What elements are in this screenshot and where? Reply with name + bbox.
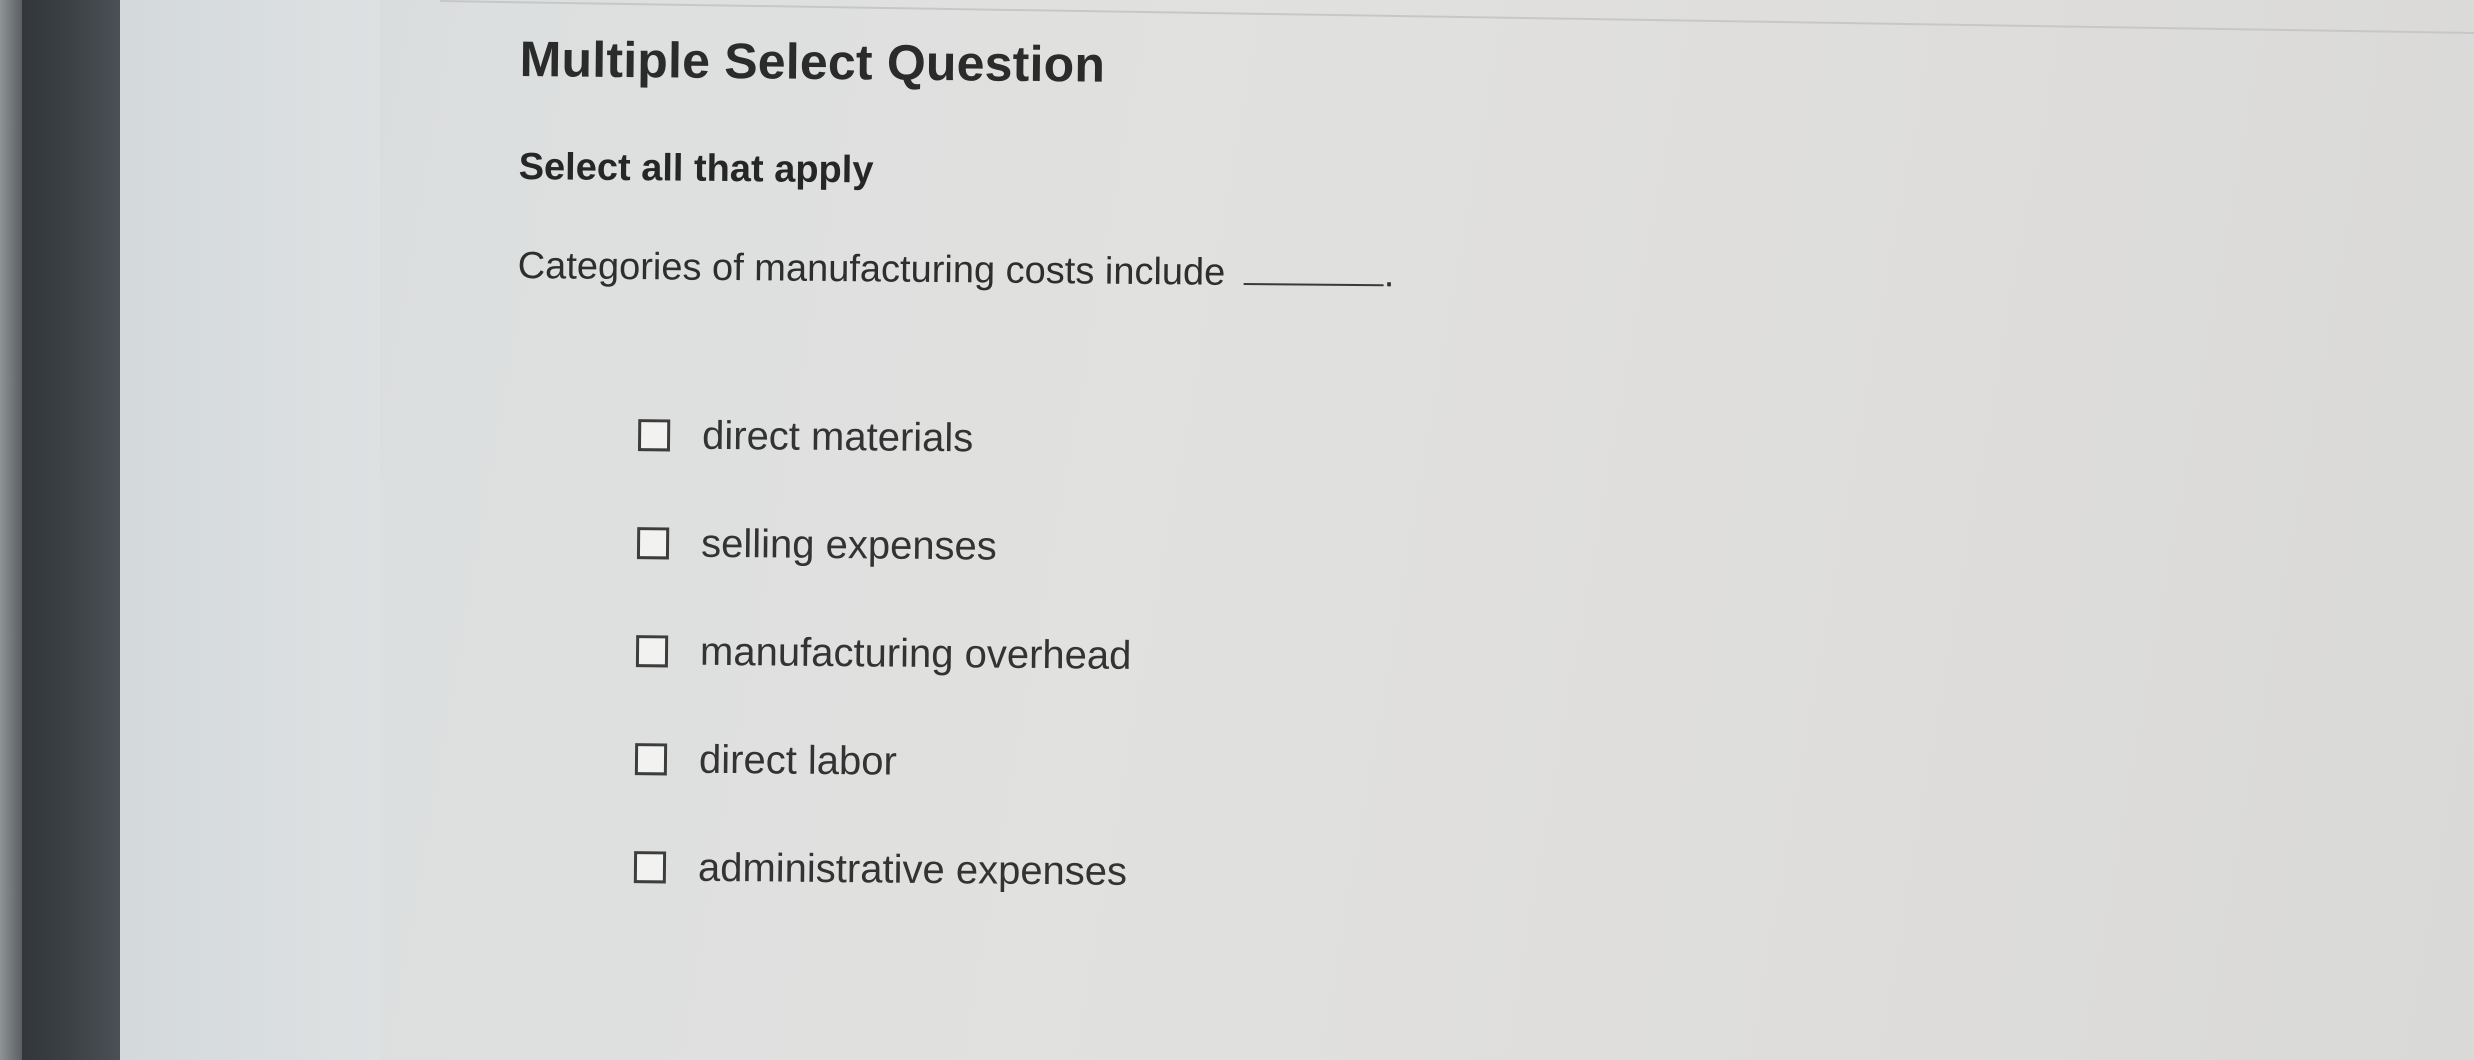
option-label: direct labor: [698, 737, 898, 784]
answer-options: direct materials selling expenses manufa…: [633, 381, 2316, 937]
option-label: direct materials: [701, 413, 974, 460]
instruction-text: Select all that apply: [518, 145, 874, 192]
monitor-bezel: [0, 0, 120, 1060]
checkbox[interactable]: [635, 635, 669, 668]
option-direct-materials[interactable]: direct materials: [637, 381, 2317, 505]
checkbox[interactable]: [637, 419, 671, 452]
option-administrative-expenses[interactable]: administrative expenses: [633, 813, 2312, 937]
bezel-edge: [0, 0, 22, 1060]
option-label: manufacturing overhead: [699, 629, 1132, 678]
option-direct-labor[interactable]: direct labor: [634, 705, 2313, 829]
question-prompt: Categories of manufacturing costs includ…: [518, 245, 2318, 305]
question-card: Multiple Select Question Select all that…: [511, 30, 2319, 937]
prompt-text: Categories of manufacturing costs includ…: [517, 244, 1226, 294]
checkbox[interactable]: [633, 851, 667, 884]
prompt-suffix: .: [1383, 253, 1395, 296]
left-panel: [120, 0, 380, 1060]
answer-blank: [1243, 252, 1385, 287]
screen: Multiple Select Question Select all that…: [0, 0, 2474, 1060]
option-manufacturing-overhead[interactable]: manufacturing overhead: [635, 597, 2315, 721]
checkbox[interactable]: [634, 743, 668, 776]
option-label: selling expenses: [700, 521, 998, 569]
option-selling-expenses[interactable]: selling expenses: [636, 489, 2316, 613]
top-divider: [439, 0, 2474, 35]
checkbox[interactable]: [636, 527, 670, 560]
question-type-title: Multiple Select Question: [519, 30, 1106, 93]
option-label: administrative expenses: [697, 845, 1128, 894]
